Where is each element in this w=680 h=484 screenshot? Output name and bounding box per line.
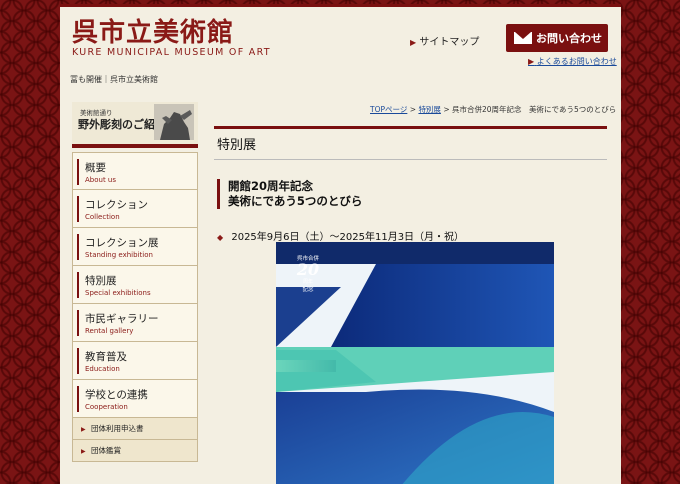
- site-logo[interactable]: 呉市立美術館 KURE MUNICIPAL MUSEUM OF ART: [72, 18, 271, 58]
- logo-japanese: 呉市立美術館: [72, 18, 235, 48]
- faq-label: よくあるお問い合わせ: [536, 57, 617, 66]
- page-title: 特別展: [217, 138, 257, 153]
- subitem-label: 団体利用申込書: [91, 424, 144, 433]
- exhibition-poster[interactable]: 呉市合併 20 周年 記念: [276, 242, 554, 484]
- sidebar-subitem-group-application[interactable]: ▶ 団体利用申込書: [72, 418, 198, 440]
- chevron-right-icon: ▶: [81, 426, 86, 433]
- nav-label-jp: 教育普及: [85, 351, 127, 363]
- chevron-right-icon: ▶: [410, 38, 417, 47]
- faq-link[interactable]: ▶ よくあるお問い合わせ: [528, 56, 617, 67]
- breadcrumb: TOPページ > 特別展 > 呉市合併20周年記念 美術にであう5つのとびら: [370, 104, 616, 115]
- nav-label-jp: 特別展: [85, 275, 117, 287]
- title-divider: [214, 159, 607, 160]
- breadcrumb-home-link[interactable]: TOPページ: [370, 105, 407, 114]
- nav-accent-bar: [77, 310, 79, 336]
- sidebar-item-special-exhibitions[interactable]: 特別展 Special exhibitions: [72, 266, 198, 304]
- nav-label-jp: 市民ギャラリー: [85, 313, 159, 325]
- contact-label: お問い合わせ: [536, 32, 602, 45]
- sidebar-item-standing-exhibition[interactable]: コレクション展 Standing exhibition: [72, 228, 198, 266]
- breadcrumb-separator: >: [409, 105, 417, 114]
- sidebar-item-education[interactable]: 教育普及 Education: [72, 342, 198, 380]
- sidebar-item-cooperation[interactable]: 学校との連携 Cooperation: [72, 380, 198, 418]
- diamond-bullet-icon: ◆: [217, 233, 224, 242]
- nav-label-en: Rental gallery: [85, 327, 134, 335]
- mail-icon: [514, 32, 532, 44]
- logo-english: KURE MUNICIPAL MUSEUM OF ART: [72, 47, 271, 58]
- nav-label-jp: 概要: [85, 162, 106, 174]
- exhibition-title-line2: 美術にであう5つのとびら: [228, 194, 363, 208]
- breadcrumb-separator: >: [443, 105, 450, 114]
- subitem-label: 団体鑑賞: [91, 446, 122, 455]
- outdoor-sculpture-banner[interactable]: 美術館通り 野外彫刻のご紹介: [72, 102, 198, 148]
- exhibition-title: 開館20周年記念 美術にであう5つのとびら: [217, 179, 362, 209]
- nav-label-jp: 学校との連携: [85, 389, 148, 401]
- nav-label-en: Standing exhibition: [85, 251, 153, 259]
- sitemap-label: サイトマップ: [419, 37, 480, 48]
- badge-number: 20: [296, 260, 320, 279]
- contact-button[interactable]: お問い合わせ: [506, 24, 608, 52]
- badge-bottom: 記念: [302, 287, 314, 293]
- nav-accent-bar: [77, 348, 79, 374]
- sitemap-link[interactable]: ▶ サイトマップ: [410, 33, 479, 48]
- sculpture-image: [154, 104, 194, 140]
- nav-accent-bar: [77, 159, 79, 185]
- nav-label-en: About us: [85, 176, 117, 184]
- chevron-right-icon: ▶: [81, 448, 86, 455]
- nav-accent-bar: [77, 196, 79, 222]
- content-header-bar: [214, 126, 607, 129]
- sidebar-item-rental-gallery[interactable]: 市民ギャラリー Rental gallery: [72, 304, 198, 342]
- nav-label-en: Education: [85, 365, 120, 373]
- nav-accent-bar: [77, 386, 79, 412]
- nav-accent-bar: [77, 272, 79, 298]
- sidebar-item-about[interactable]: 概要 About us: [72, 152, 198, 190]
- banner-title: 野外彫刻のご紹介: [78, 118, 166, 131]
- exhibition-dates: ◆ 2025年9月6日（土）～2025年11月3日（月・祝）: [217, 228, 464, 243]
- nav-label-jp: コレクション: [85, 199, 148, 211]
- anniversary-badge: 呉市合併 20 周年 記念: [290, 254, 326, 294]
- sidebar-nav: 概要 About us コレクション Collection コレクション展 St…: [72, 152, 198, 462]
- nav-label-en: Collection: [85, 213, 120, 221]
- news-ticker[interactable]: 冨も開催｜呉市立美術館: [70, 74, 158, 85]
- breadcrumb-current: 呉市合併20周年記念 美術にであう5つのとびら: [452, 105, 617, 114]
- breadcrumb-parent-link[interactable]: 特別展: [418, 105, 441, 114]
- nav-accent-bar: [77, 234, 79, 260]
- top-accent-bar: [60, 4, 621, 7]
- nav-label-en: Special exhibitions: [85, 289, 151, 297]
- badge-unit: 周年: [302, 279, 313, 285]
- chevron-right-icon: ▶: [528, 57, 535, 66]
- sidebar-item-collection[interactable]: コレクション Collection: [72, 190, 198, 228]
- exhibition-title-line1: 開館20周年記念: [228, 179, 314, 193]
- nav-label-en: Cooperation: [85, 403, 128, 411]
- nav-label-jp: コレクション展: [85, 237, 159, 249]
- sidebar-subitem-group-viewing[interactable]: ▶ 団体鑑賞: [72, 440, 198, 462]
- page-container: 呉市立美術館 KURE MUNICIPAL MUSEUM OF ART ▶ サイ…: [60, 4, 621, 484]
